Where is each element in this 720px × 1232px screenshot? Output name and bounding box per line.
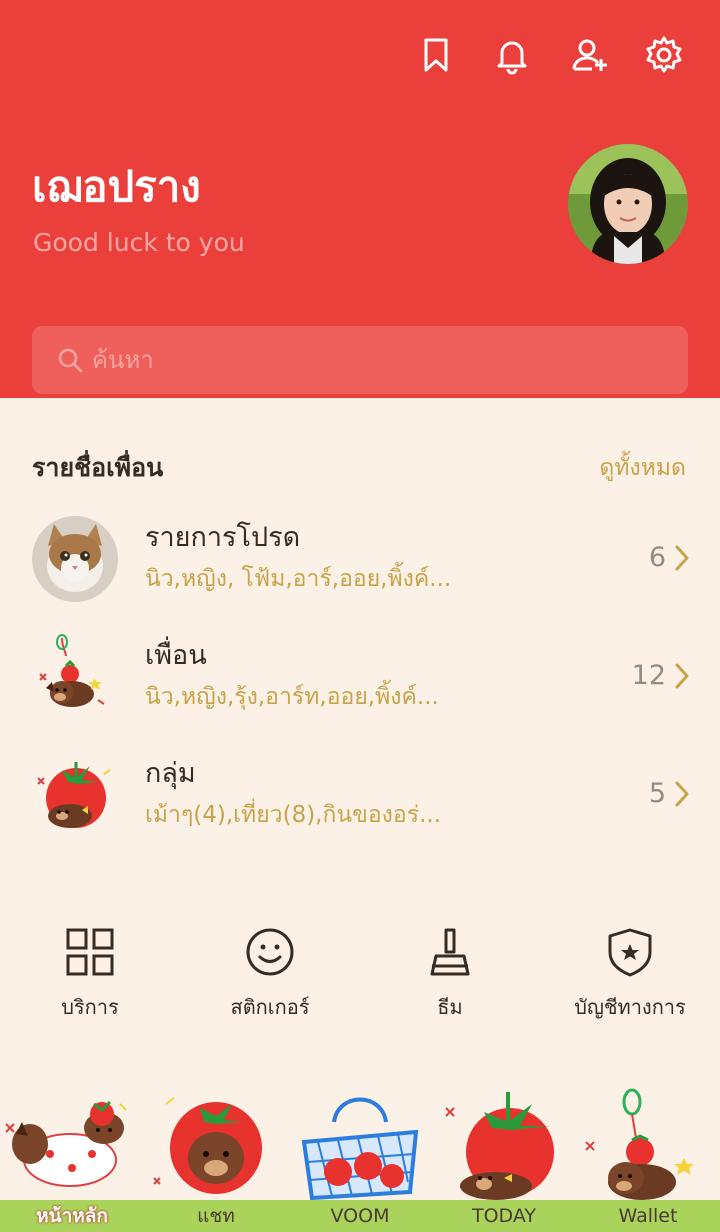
list-item-title: กลุ่ม xyxy=(145,758,196,789)
services-label: บริการ xyxy=(61,995,119,1019)
brush-icon xyxy=(430,928,470,976)
list-item-groups[interactable]: กลุ่ม เม้าๆ(4),เที่ยว(8),กินของอร่... 5 xyxy=(0,752,720,862)
status-message[interactable]: Good luck to you xyxy=(33,226,245,260)
tab-label: Wallet xyxy=(618,1205,678,1227)
tab-voom[interactable]: VOOM xyxy=(288,1082,432,1232)
services-button[interactable]: บริการ xyxy=(0,920,180,1030)
see-all-link[interactable]: ดูทั้งหมด xyxy=(599,450,686,486)
search-bar[interactable] xyxy=(32,326,688,394)
list-item-subtitle: นิว,หญิง,รุ้ง,อาร์ท,ออย,พิ้งค์... xyxy=(145,684,439,710)
search-icon xyxy=(58,348,83,373)
stickers-label: สติกเกอร์ xyxy=(230,995,310,1019)
chevron-right-icon xyxy=(675,545,689,571)
profile-header: เฌอปราง Good luck to you xyxy=(0,0,720,398)
profile-name[interactable]: เฌอปราง xyxy=(32,158,201,216)
profile-avatar[interactable] xyxy=(568,144,688,264)
tab-label: แชท xyxy=(197,1205,235,1227)
themes-label: ธีม xyxy=(437,995,463,1019)
search-input[interactable] xyxy=(92,326,672,394)
tab-label: หน้าหลัก xyxy=(36,1205,108,1227)
official-accounts-button[interactable]: บัญชีทางการ xyxy=(540,920,720,1030)
tomato-dog-avatar xyxy=(32,752,118,838)
tab-wallet[interactable]: Wallet xyxy=(576,1082,720,1232)
list-item-subtitle: นิว,หญิง, โฟ้ม,อาร์,ออย,พิ้งค์... xyxy=(145,566,452,592)
tomato-hat-dog-icon xyxy=(153,1097,262,1194)
bottom-tab-bar: หน้าหลัก แชท VOOM TODAY Wallet xyxy=(0,1082,720,1232)
tomato-net-bag-icon xyxy=(301,1097,419,1201)
dog-with-tomato-icon xyxy=(5,1100,127,1187)
list-item-count: 5 xyxy=(648,778,666,809)
gear-icon[interactable] xyxy=(641,32,687,78)
tab-label: VOOM xyxy=(330,1205,390,1227)
themes-button[interactable]: ธีม xyxy=(360,920,540,1030)
stickers-button[interactable]: สติกเกอร์ xyxy=(180,920,360,1030)
tab-today[interactable]: TODAY xyxy=(432,1082,576,1232)
list-item-friends[interactable]: เพื่อน นิว,หญิง,รุ้ง,อาร์ท,ออย,พิ้งค์...… xyxy=(0,634,720,744)
chevron-right-icon xyxy=(675,781,689,807)
shield-star-icon xyxy=(608,928,652,977)
list-item-count: 12 xyxy=(631,660,666,691)
chevron-right-icon xyxy=(675,663,689,689)
list-item-favorites[interactable]: รายการโปรด นิว,หญิง, โฟ้ม,อาร์,ออย,พิ้งค… xyxy=(0,516,720,626)
friends-section-title: รายชื่อเพื่อน xyxy=(32,453,164,482)
list-item-title: รายการโปรด xyxy=(145,522,301,553)
list-item-title: เพื่อน xyxy=(145,640,207,671)
grid-icon xyxy=(66,928,114,976)
list-item-subtitle: เม้าๆ(4),เที่ยว(8),กินของอร่... xyxy=(145,802,442,828)
smiley-icon xyxy=(246,928,294,976)
tab-home[interactable]: หน้าหลัก xyxy=(0,1082,144,1232)
big-tomato-dog-icon xyxy=(445,1092,554,1200)
dog-sticker-avatar xyxy=(32,634,118,720)
tab-chats[interactable]: แชท xyxy=(144,1082,288,1232)
official-accounts-label: บัญชีทางการ xyxy=(574,995,686,1019)
dog-ornament-icon xyxy=(585,1088,694,1200)
bookmark-icon[interactable] xyxy=(413,32,459,78)
list-item-count: 6 xyxy=(648,542,666,573)
cat-avatar xyxy=(32,516,118,602)
add-friend-icon[interactable] xyxy=(567,32,613,78)
bell-icon[interactable] xyxy=(489,32,535,78)
tab-label: TODAY xyxy=(472,1205,536,1227)
